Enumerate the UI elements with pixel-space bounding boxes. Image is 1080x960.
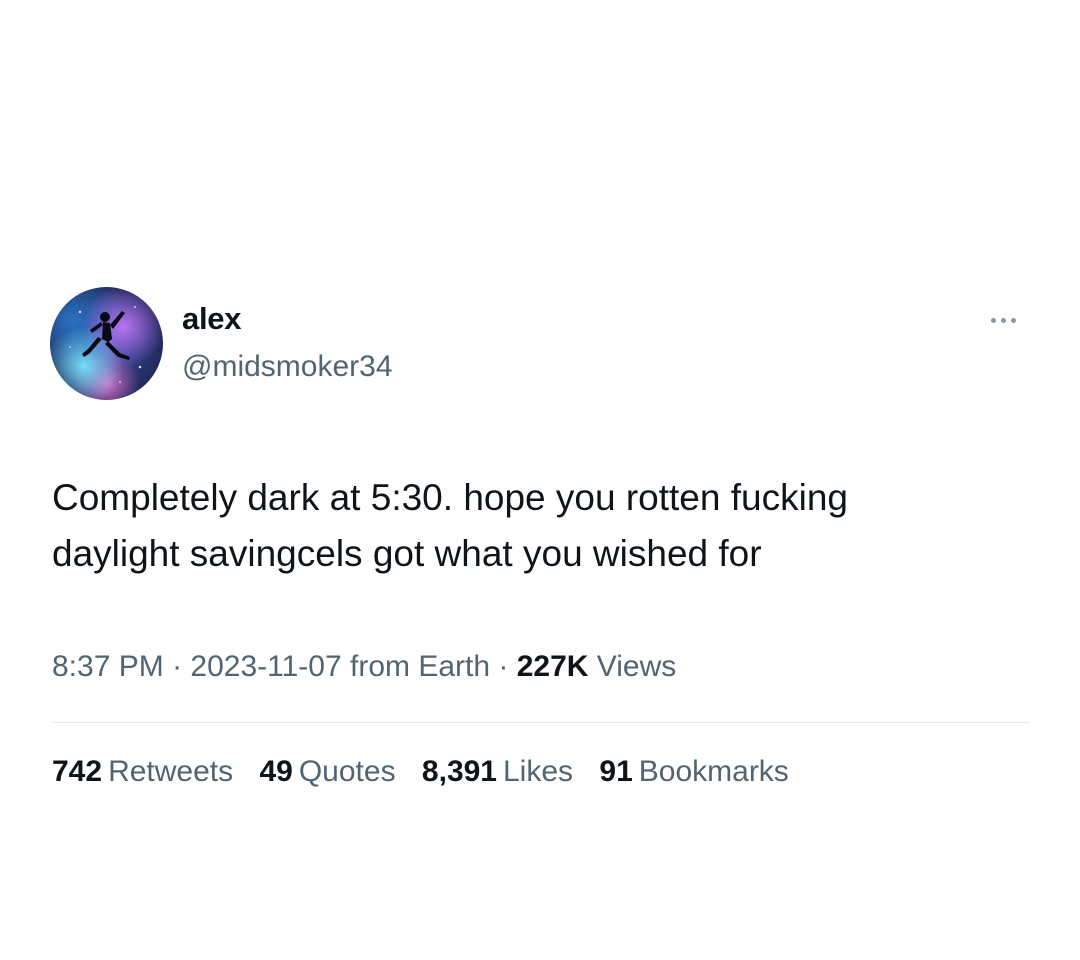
tweet-time[interactable]: 8:37 PM	[52, 650, 164, 683]
meta-separator: ·	[498, 650, 509, 683]
bookmarks-stat[interactable]: 91 Bookmarks	[599, 755, 788, 789]
user-handle[interactable]: @midsmoker34	[182, 350, 393, 384]
tweet-source: from Earth	[350, 650, 491, 683]
engagement-stats: 742 Retweets 49 Quotes 8,391 Likes 91 Bookma…	[52, 755, 807, 789]
views-label: Views	[596, 650, 677, 683]
meta-separator: ·	[172, 650, 183, 683]
retweets-stat[interactable]: 742 Retweets	[52, 755, 233, 789]
tweet-meta: 8:37 PM · 2023-11-07 from Earth · 227K V…	[52, 650, 676, 684]
likes-label: Likes	[503, 755, 574, 788]
retweets-count: 742	[52, 755, 103, 788]
views-count: 227K	[516, 650, 589, 683]
more-horizontal-icon-dot	[1000, 317, 1006, 323]
quotes-label: Quotes	[298, 755, 396, 788]
quotes-count: 49	[259, 755, 293, 788]
retweets-label: Retweets	[108, 755, 234, 788]
display-name[interactable]: alex	[182, 301, 241, 337]
tweet-card: alex @midsmoker34 Completely dark at 5:3…	[0, 0, 1080, 960]
bookmarks-label: Bookmarks	[638, 755, 789, 788]
jumpman-icon	[69, 306, 142, 383]
tweet-date[interactable]: 2023-11-07	[190, 650, 341, 683]
likes-count: 8,391	[421, 755, 497, 788]
likes-stat[interactable]: 8,391 Likes	[422, 755, 573, 789]
quotes-stat[interactable]: 49 Quotes	[259, 755, 395, 789]
bookmarks-count: 91	[599, 755, 633, 788]
more-options-button[interactable]	[980, 305, 1026, 335]
divider	[52, 722, 1030, 723]
more-horizontal-icon-dot	[1010, 317, 1016, 323]
avatar[interactable]	[50, 287, 163, 400]
more-horizontal-icon	[990, 317, 996, 323]
tweet-text: Completely dark at 5:30. hope you rotten…	[52, 477, 848, 574]
